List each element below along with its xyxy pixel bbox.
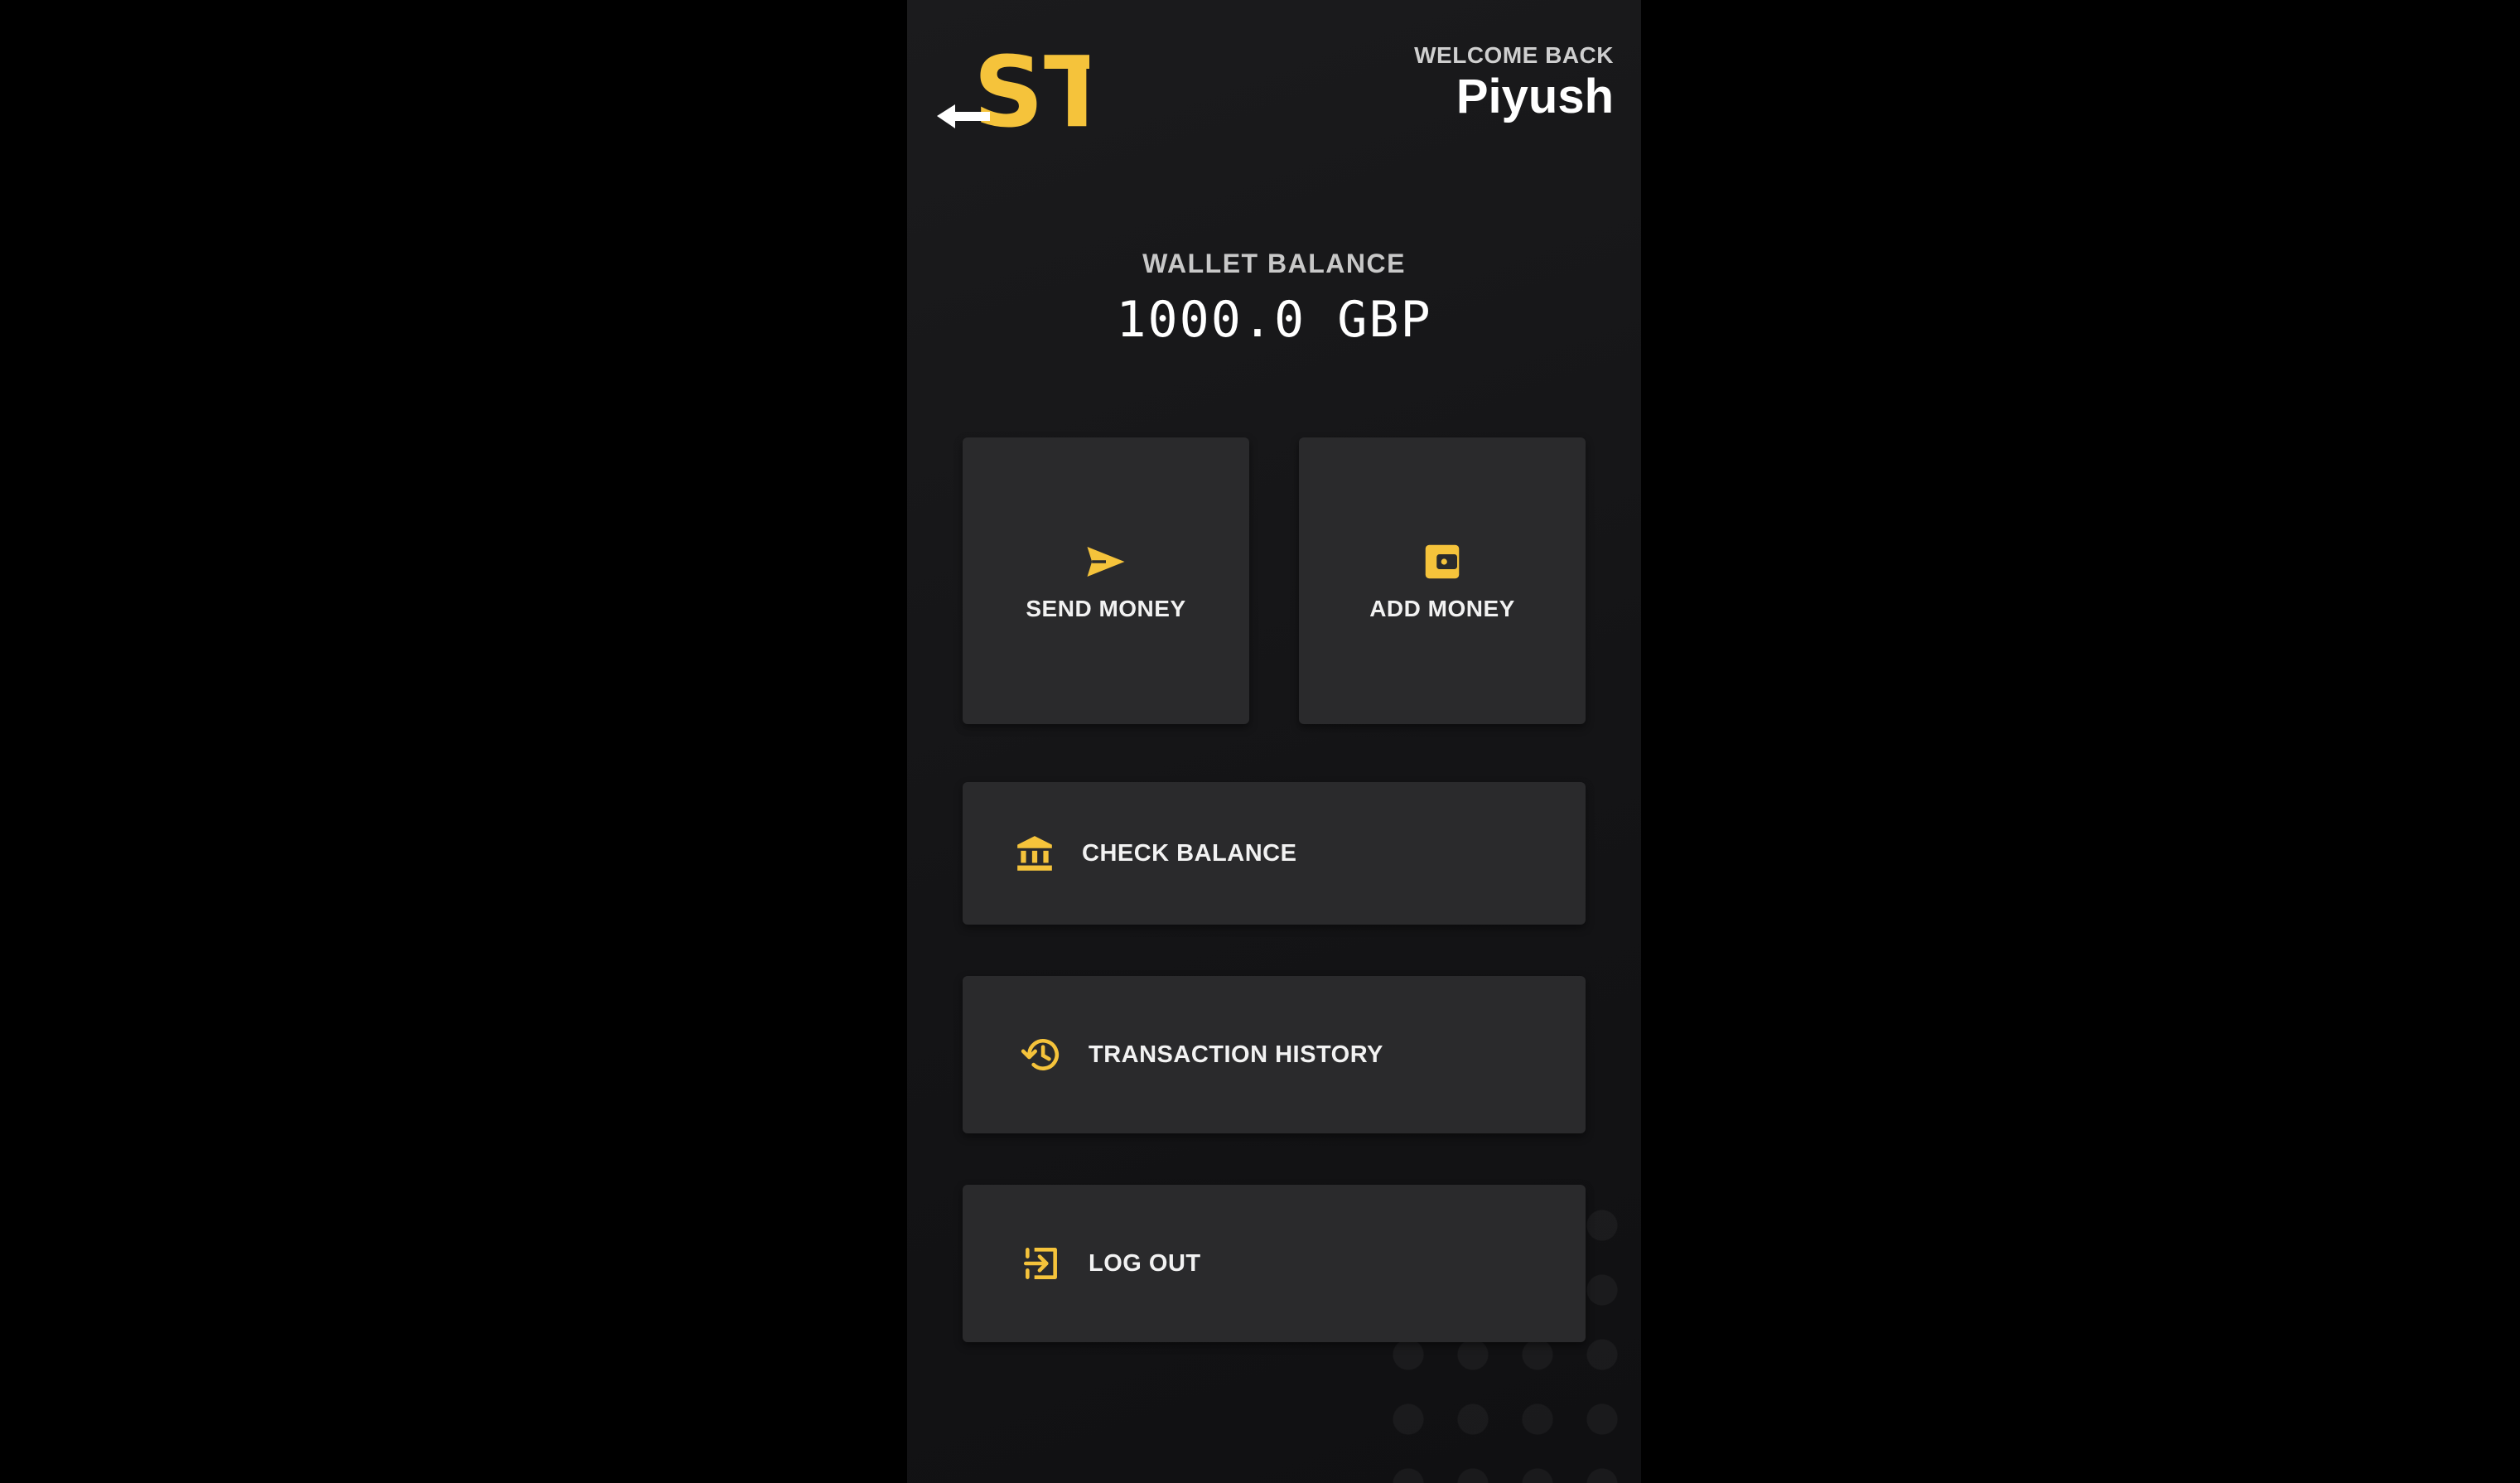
logo-text: ST <box>973 35 1089 141</box>
log-out-label: LOG OUT <box>1089 1249 1201 1277</box>
send-money-button[interactable]: SEND MONEY <box>963 437 1249 724</box>
log-out-button[interactable]: LOG OUT <box>963 1185 1586 1342</box>
transaction-history-label: TRANSACTION HISTORY <box>1089 1041 1383 1068</box>
add-money-label: ADD MONEY <box>1369 596 1515 621</box>
wallet-balance-amount: 1000.0 GBP <box>1116 291 1432 349</box>
check-balance-label: CHECK BALANCE <box>1082 839 1297 867</box>
welcome-block: WELCOME BACK Piyush <box>1414 41 1614 124</box>
send-money-label: SEND MONEY <box>1026 596 1186 621</box>
wallet-icon <box>1425 544 1460 579</box>
check-balance-button[interactable]: CHECK BALANCE <box>963 782 1586 925</box>
welcome-label: WELCOME BACK <box>1414 42 1614 68</box>
bank-icon <box>1017 836 1052 871</box>
app-logo[interactable]: ST <box>932 33 1110 149</box>
history-icon <box>1021 1039 1059 1070</box>
add-money-button[interactable]: ADD MONEY <box>1299 437 1586 724</box>
user-name: Piyush <box>1456 70 1614 123</box>
wallet-balance-section: WALLET BALANCE 1000.0 GBP <box>907 247 1641 350</box>
send-icon <box>1087 547 1125 577</box>
transaction-history-button[interactable]: TRANSACTION HISTORY <box>963 976 1586 1133</box>
screen-background: ST WELCOME BACK Piyush WALLET BALANCE 10… <box>0 0 2520 1483</box>
logout-icon <box>1023 1248 1057 1279</box>
wallet-balance-label: WALLET BALANCE <box>1142 249 1406 278</box>
app-screen: ST WELCOME BACK Piyush WALLET BALANCE 10… <box>907 0 1641 1483</box>
st-logo-icon: ST <box>937 35 1110 149</box>
